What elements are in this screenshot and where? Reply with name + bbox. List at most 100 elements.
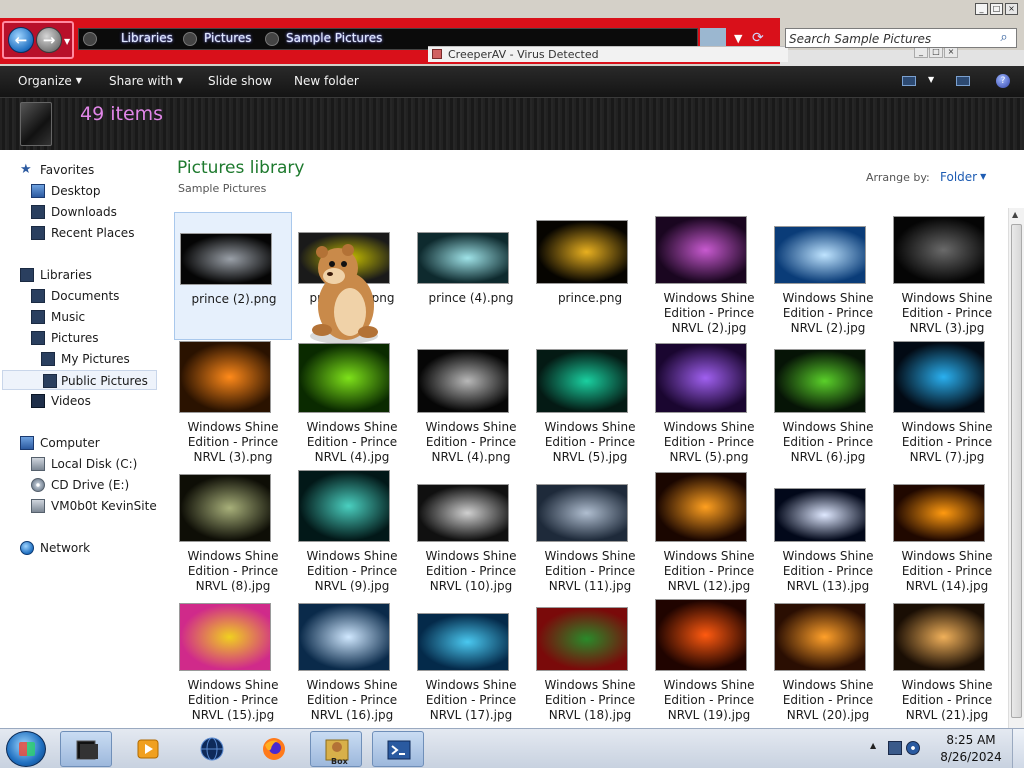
taskbar-media-player-button[interactable] bbox=[122, 731, 174, 767]
file-item[interactable]: Windows Shine Edition - Prince NRVL (13)… bbox=[769, 470, 887, 598]
clock-date[interactable]: 8/26/2024 bbox=[926, 750, 1016, 764]
file-name: Windows Shine Edition - Prince NRVL (9).… bbox=[306, 549, 398, 593]
scrollbar-thumb[interactable] bbox=[1011, 224, 1022, 718]
breadcrumb-separator-icon bbox=[265, 32, 279, 46]
file-item[interactable]: prince (2).png bbox=[174, 212, 292, 340]
virus-popup-window[interactable]: CreeperAV - Virus Detected bbox=[428, 46, 788, 62]
clock-time[interactable]: 8:25 AM bbox=[926, 733, 1016, 747]
file-item[interactable]: Windows Shine Edition - Prince NRVL (7).… bbox=[888, 341, 1006, 469]
volume-tray-icon[interactable] bbox=[906, 741, 920, 755]
arrange-by-dropdown[interactable]: Folder ▼ bbox=[940, 170, 986, 184]
file-item[interactable]: Windows Shine Edition - Prince NRVL (2).… bbox=[650, 212, 768, 340]
file-item[interactable]: Windows Shine Edition - Prince NRVL (2).… bbox=[769, 212, 887, 340]
nav-label: Music bbox=[51, 310, 86, 324]
breadcrumb-libraries[interactable]: Libraries bbox=[121, 31, 173, 45]
nav-public-pictures[interactable]: Public Pictures bbox=[2, 370, 157, 390]
nav-downloads[interactable]: Downloads bbox=[31, 202, 161, 222]
show-hidden-icons-icon[interactable]: ▲ bbox=[870, 741, 876, 750]
file-item[interactable]: Windows Shine Edition - Prince NRVL (12)… bbox=[650, 470, 768, 598]
change-view-button[interactable] bbox=[900, 72, 920, 90]
file-item[interactable]: Windows Shine Edition - Prince NRVL (10)… bbox=[412, 470, 530, 598]
nav-local-disk[interactable]: Local Disk (C:) bbox=[31, 454, 161, 474]
file-item[interactable]: Windows Shine Edition - Prince NRVL (4).… bbox=[293, 341, 411, 469]
start-button[interactable] bbox=[6, 731, 46, 767]
public-pictures-icon bbox=[43, 374, 57, 388]
file-item[interactable]: Windows Shine Edition - Prince NRVL (3).… bbox=[888, 212, 1006, 340]
nav-computer[interactable]: Computer bbox=[20, 433, 160, 453]
file-item[interactable]: Windows Shine Edition - Prince NRVL (11)… bbox=[531, 470, 649, 598]
minimize-button[interactable]: _ bbox=[975, 3, 988, 15]
nav-music[interactable]: Music bbox=[31, 307, 161, 327]
close-button[interactable]: × bbox=[1005, 3, 1018, 15]
image-thumbnail bbox=[179, 341, 271, 413]
nav-recent-places[interactable]: Recent Places bbox=[31, 223, 161, 243]
show-desktop-button[interactable] bbox=[1012, 729, 1024, 768]
nav-vm-share[interactable]: VM0b0t KevinSite bbox=[31, 496, 161, 516]
file-item[interactable]: prince.png bbox=[531, 212, 649, 340]
item-count: 49 items bbox=[80, 103, 164, 125]
file-item[interactable]: Windows Shine Edition - Prince NRVL (15)… bbox=[174, 599, 292, 727]
nav-favorites[interactable]: ★ Favorites bbox=[20, 160, 160, 180]
file-name: prince.png bbox=[557, 291, 623, 305]
help-icon[interactable]: ? bbox=[996, 74, 1010, 88]
search-box[interactable]: ⌕ bbox=[785, 28, 1017, 48]
new-folder-button[interactable]: New folder bbox=[294, 74, 359, 88]
preview-pane-button[interactable] bbox=[956, 76, 970, 86]
explorer-icon bbox=[76, 740, 98, 760]
search-input[interactable] bbox=[789, 31, 994, 47]
taskbar-globe-button[interactable] bbox=[186, 731, 238, 767]
forward-button[interactable]: → bbox=[36, 27, 62, 53]
file-item[interactable]: Windows Shine Edition - Prince NRVL (14)… bbox=[888, 470, 1006, 598]
file-item[interactable]: Windows Shine Edition - Prince NRVL (16)… bbox=[293, 599, 411, 727]
file-name: Windows Shine Edition - Prince NRVL (18)… bbox=[544, 678, 636, 722]
nav-my-pictures[interactable]: My Pictures bbox=[41, 349, 161, 369]
chevron-down-icon: ▼ bbox=[176, 76, 184, 85]
file-item[interactable]: Windows Shine Edition - Prince NRVL (6).… bbox=[769, 341, 887, 469]
file-item[interactable]: Windows Shine Edition - Prince NRVL (8).… bbox=[174, 470, 292, 598]
file-item[interactable]: Windows Shine Edition - Prince NRVL (18)… bbox=[531, 599, 649, 727]
nav-documents[interactable]: Documents bbox=[31, 286, 161, 306]
taskbar-firefox-button[interactable] bbox=[248, 731, 300, 767]
share-with-button[interactable]: Share with ▼ bbox=[109, 74, 183, 88]
taskbar-powershell-button[interactable] bbox=[372, 731, 424, 767]
taskbar-box-button[interactable]: Box bbox=[310, 731, 362, 767]
file-item[interactable]: Windows Shine Edition - Prince NRVL (5).… bbox=[650, 341, 768, 469]
breadcrumb-sample-pictures[interactable]: Sample Pictures bbox=[286, 31, 382, 45]
nav-libraries[interactable]: Libraries bbox=[20, 265, 160, 285]
file-item[interactable]: Windows Shine Edition - Prince NRVL (19)… bbox=[650, 599, 768, 727]
page-title: Pictures library bbox=[177, 158, 305, 178]
file-item[interactable]: Windows Shine Edition - Prince NRVL (4).… bbox=[412, 341, 530, 469]
window-chrome-strip bbox=[780, 50, 1024, 66]
nav-network[interactable]: Network bbox=[20, 538, 160, 558]
videos-icon bbox=[31, 394, 45, 408]
nav-label: Pictures bbox=[51, 331, 99, 345]
file-item[interactable]: Windows Shine Edition - Prince NRVL (17)… bbox=[412, 599, 530, 727]
nav-pictures[interactable]: Pictures bbox=[31, 328, 161, 348]
file-item[interactable]: prince (4).png bbox=[412, 212, 530, 340]
scroll-up-icon[interactable]: ▲ bbox=[1012, 210, 1018, 219]
nav-desktop[interactable]: Desktop bbox=[31, 181, 161, 201]
slide-show-button[interactable]: Slide show bbox=[208, 74, 272, 88]
breadcrumb-pictures[interactable]: Pictures bbox=[204, 31, 252, 45]
network-tray-icon[interactable] bbox=[888, 741, 902, 755]
vertical-scrollbar[interactable]: ▲ bbox=[1008, 208, 1024, 728]
cd-drive-icon bbox=[31, 478, 45, 492]
file-item[interactable]: Windows Shine Edition - Prince NRVL (21)… bbox=[888, 599, 1006, 727]
nav-videos[interactable]: Videos bbox=[31, 391, 161, 411]
file-item[interactable]: Windows Shine Edition - Prince NRVL (5).… bbox=[531, 341, 649, 469]
organize-button[interactable]: Organize ▼ bbox=[18, 74, 82, 88]
file-item[interactable]: Windows Shine Edition - Prince NRVL (3).… bbox=[174, 341, 292, 469]
file-item[interactable]: Windows Shine Edition - Prince NRVL (9).… bbox=[293, 470, 411, 598]
search-icon[interactable]: ⌕ bbox=[996, 30, 1012, 46]
hamster-mascot-icon[interactable] bbox=[298, 238, 390, 348]
nav-label: VM0b0t KevinSite bbox=[51, 499, 157, 513]
refresh-icon[interactable]: ⟳ bbox=[752, 30, 768, 46]
back-button[interactable]: ← bbox=[8, 27, 34, 53]
taskbar-explorer-button[interactable] bbox=[60, 731, 112, 767]
recent-pages-dropdown[interactable]: ▼ bbox=[64, 37, 70, 46]
maximize-button[interactable]: □ bbox=[990, 3, 1003, 15]
image-thumbnail bbox=[893, 484, 985, 542]
nav-cd-drive[interactable]: CD Drive (E:) bbox=[31, 475, 161, 495]
file-item[interactable]: Windows Shine Edition - Prince NRVL (20)… bbox=[769, 599, 887, 727]
view-dropdown[interactable]: ▼ bbox=[928, 75, 934, 84]
